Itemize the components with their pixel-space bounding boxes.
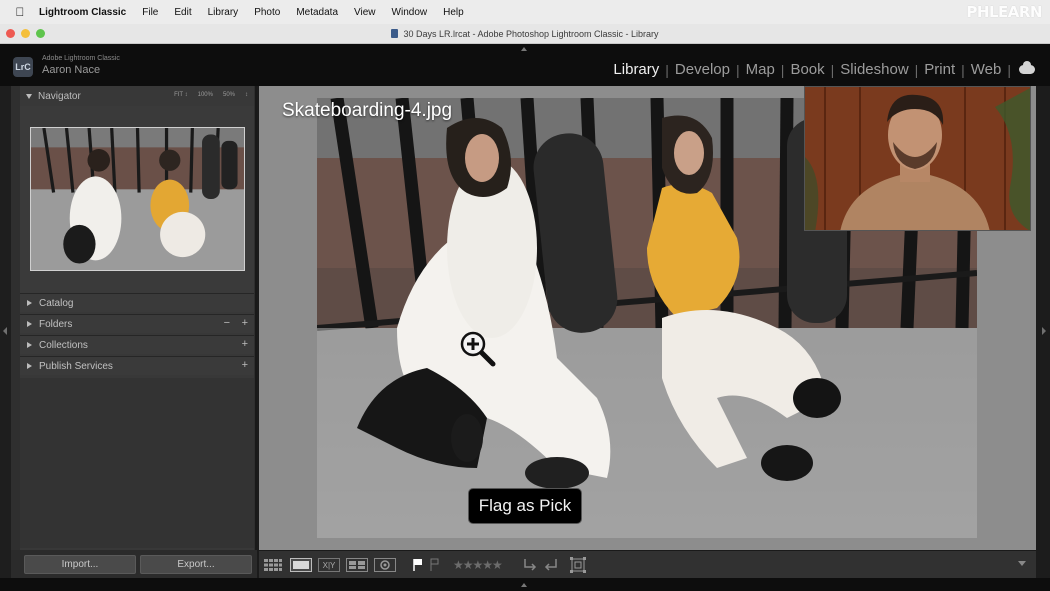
module-book[interactable]: Book [784,61,830,78]
navigator-area [20,106,254,293]
rotate-right-icon[interactable] [543,558,559,572]
navigator-photo-graphic [31,128,244,270]
window-controls [6,29,45,38]
document-icon [391,29,399,38]
zoom-in-cursor-icon [459,330,499,370]
navigator-header[interactable]: Navigator FIT ↕ 100% 50% ↕ [20,86,254,106]
left-panel-content: Navigator FIT ↕ 100% 50% ↕ Catalog Folde… [20,86,254,578]
module-map[interactable]: Map [740,61,781,78]
macos-menu-bar:  Lightroom Classic File Edit Library Ph… [0,0,1050,24]
filmstrip-toggle-bar [0,578,1050,591]
lightroom-window:  Lightroom Classic File Edit Library Ph… [0,0,1050,591]
left-panel: Navigator FIT ↕ 100% 50% ↕ Catalog Folde… [11,86,257,578]
left-panel-toggle-icon[interactable] [3,327,7,335]
cloud-icon[interactable] [1019,61,1035,74]
navigator-title: Navigator [38,90,81,102]
remove-folder-icon[interactable]: − [224,317,230,329]
publish-services-panel-header[interactable]: Publish Services + [20,356,254,375]
add-collection-icon[interactable]: + [242,338,248,350]
star-rating[interactable]: ★★★★★ [453,558,503,572]
menu-app-name[interactable]: Lightroom Classic [39,7,126,18]
crop-overlay-icon[interactable] [569,556,587,574]
menu-window[interactable]: Window [392,7,428,18]
navigator-preview-image[interactable] [30,127,245,271]
top-panel-toggle-icon[interactable] [521,47,527,51]
compare-view-icon[interactable]: X|Y [318,558,340,572]
disclosure-open-icon [26,93,32,99]
menu-photo[interactable]: Photo [254,7,280,18]
left-panel-edge[interactable] [0,86,11,578]
folders-label: Folders [39,318,73,330]
zoom-50-option[interactable]: 50% [223,92,235,98]
module-develop[interactable]: Develop [669,61,736,78]
phlearn-watermark: PHLEARN [966,3,1042,21]
disclosure-closed-icon [27,363,32,369]
minimize-window-button[interactable] [21,29,30,38]
presenter-video-graphic [805,87,1030,230]
menu-file[interactable]: File [142,7,158,18]
pick-flag-icon[interactable] [411,558,425,572]
close-window-button[interactable] [6,29,15,38]
reject-flag-icon[interactable] [429,558,441,572]
menu-metadata[interactable]: Metadata [296,7,338,18]
window-title-bar: 30 Days LR.lrcat - Adobe Photoshop Light… [0,24,1050,44]
flag-as-pick-toast: Flag as Pick [468,488,582,524]
add-publish-service-icon[interactable]: + [242,359,248,371]
add-folder-icon[interactable]: + [242,317,248,329]
loupe-view[interactable]: Skateboarding-4.jpg Flag as Pick [259,86,1036,550]
survey-view-icon[interactable] [346,558,368,572]
zoom-fit-option[interactable]: FIT ↕ [174,92,188,98]
window-title: 30 Days LR.lrcat - Adobe Photoshop Light… [403,28,659,39]
presenter-webcam-overlay [804,86,1031,231]
module-library[interactable]: Library [607,61,665,78]
catalog-panel-header[interactable]: Catalog [20,293,254,312]
right-panel-edge[interactable] [1036,86,1050,578]
identity-user: Aaron Nace [42,64,101,76]
import-button[interactable]: Import... [24,555,136,574]
folders-panel-header[interactable]: Folders − + [20,314,254,333]
catalog-label: Catalog [39,297,74,309]
menu-library[interactable]: Library [208,7,239,18]
photo-filename: Skateboarding-4.jpg [282,100,453,121]
menu-edit[interactable]: Edit [174,7,191,18]
disclosure-closed-icon [27,321,32,327]
collections-panel-header[interactable]: Collections + [20,335,254,354]
collections-label: Collections [39,339,88,351]
module-slideshow[interactable]: Slideshow [834,61,914,78]
menu-view[interactable]: View [354,7,376,18]
module-picker: Library | Develop | Map | Book | Slidesh… [607,61,1035,78]
left-panel-empty-area [20,378,254,548]
module-print[interactable]: Print [918,61,961,78]
zoom-more-option[interactable]: ↕ [245,92,248,98]
zoom-100-option[interactable]: 100% [198,92,213,98]
apple-menu-icon[interactable]:  [13,5,27,19]
lrc-logo-icon: LrC [13,57,33,77]
loupe-view-icon[interactable] [290,558,312,572]
grid-view-icon[interactable] [263,558,283,572]
people-view-icon[interactable] [374,558,396,572]
bottom-panel-toggle-icon[interactable] [521,583,527,587]
identity-product: Adobe Lightroom Classic [42,55,120,62]
export-button[interactable]: Export... [140,555,252,574]
module-separator: | [1007,61,1011,78]
right-panel-toggle-icon[interactable] [1042,327,1046,335]
menu-help[interactable]: Help [443,7,464,18]
publish-services-label: Publish Services [39,360,113,372]
module-web[interactable]: Web [965,61,1008,78]
library-toolbar: X|Y ★★★★★ [259,550,1036,578]
disclosure-closed-icon [27,300,32,306]
import-export-bar: Import... Export... [11,550,257,578]
toolbar-content-dropdown-icon[interactable] [1018,561,1026,566]
navigator-zoom-options: FIT ↕ 100% 50% ↕ [174,92,248,98]
rotate-left-icon[interactable] [522,558,538,572]
zoom-window-button[interactable] [36,29,45,38]
disclosure-closed-icon [27,342,32,348]
